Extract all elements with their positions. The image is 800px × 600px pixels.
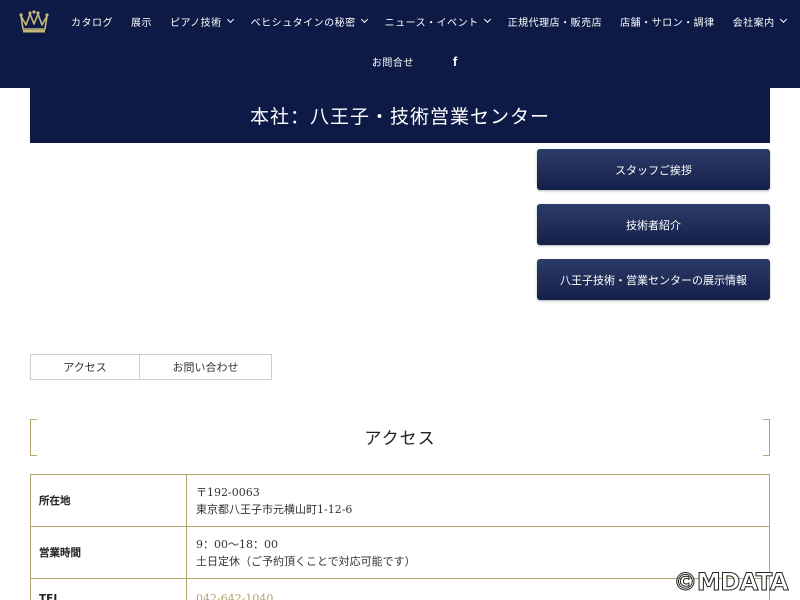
facebook-icon[interactable]: f <box>453 54 457 69</box>
access-heading: アクセス <box>30 419 770 456</box>
nav-news-events-label: ニュース・イベント <box>384 17 479 29</box>
address-label: 所在地 <box>30 474 187 527</box>
chevron-down-icon <box>360 15 368 24</box>
crown-logo-icon[interactable] <box>18 8 50 34</box>
nav-piano-technology[interactable]: ピアノ技術 <box>161 14 242 29</box>
street-address: 東京都八王子市元横山町1-12-6 <box>196 502 353 516</box>
nav-exhibition[interactable]: 展示 <box>122 14 161 29</box>
nav-contact-label: お問合せ <box>371 57 414 69</box>
postal-code: 〒192-0063 <box>196 485 260 499</box>
nav-exhibition-label: 展示 <box>131 17 152 29</box>
chevron-down-icon <box>226 15 234 24</box>
exhibition-info-button[interactable]: 八王子技術・営業センターの展示情報 <box>537 259 770 300</box>
nav-catalog-label: カタログ <box>71 17 113 29</box>
table-row: 営業時間 9：00～18：00 土日定休（ご予約頂くことで対応可能です） <box>30 526 770 579</box>
nav-company-label: 会社案内 <box>732 17 775 29</box>
tel-label: TEL <box>30 578 187 600</box>
nav-news-events[interactable]: ニュース・イベント <box>376 14 499 29</box>
nav-piano-technology-label: ピアノ技術 <box>170 17 222 29</box>
hours-note: 土日定休（ご予約頂くことで対応可能です） <box>196 554 416 568</box>
chevron-down-icon <box>779 15 787 24</box>
tab-access[interactable]: アクセス <box>30 354 140 380</box>
technician-intro-button[interactable]: 技術者紹介 <box>537 204 770 245</box>
section-tabs: アクセス お問い合わせ <box>30 354 272 380</box>
nav-dealers-label: 正規代理店・販売店 <box>507 17 603 29</box>
table-row: 所在地 〒192-0063 東京都八王子市元横山町1-12-6 <box>30 474 770 527</box>
nav-contact[interactable]: お問合せ <box>363 54 423 69</box>
nav-catalog[interactable]: カタログ <box>62 14 122 29</box>
chevron-down-icon <box>483 15 491 24</box>
nav-company[interactable]: 会社案内 <box>724 14 795 29</box>
table-row: TEL 042-642-1040 <box>30 578 770 600</box>
tel-link[interactable]: 042-642-1040 <box>196 592 273 600</box>
tab-inquiry[interactable]: お問い合わせ <box>140 354 272 380</box>
nav-dealers[interactable]: 正規代理店・販売店 <box>499 14 612 29</box>
watermark: ©MDATA <box>673 568 789 597</box>
nav-stores-salon-label: 店舗・サロン・調律 <box>620 17 715 29</box>
top-navigation: カタログ 展示 ピアノ技術 ベヒシュタインの秘密 ニュース・イベント 正規代理店… <box>0 0 800 88</box>
main-menu: カタログ 展示 ピアノ技術 ベヒシュタインの秘密 ニュース・イベント 正規代理店… <box>62 0 795 42</box>
hours-time: 9：00～18：00 <box>196 537 278 551</box>
secondary-menu: お問合せ f <box>0 48 800 74</box>
nav-stores-salon[interactable]: 店舗・サロン・調律 <box>611 14 724 29</box>
nav-bechstein-secrets[interactable]: ベヒシュタインの秘密 <box>242 14 376 29</box>
nav-bechstein-secrets-label: ベヒシュタインの秘密 <box>250 17 356 29</box>
staff-greeting-button[interactable]: スタッフご挨拶 <box>537 149 770 190</box>
address-value: 〒192-0063 東京都八王子市元横山町1-12-6 <box>186 474 770 527</box>
hours-label: 営業時間 <box>30 526 187 579</box>
access-info-table: 所在地 〒192-0063 東京都八王子市元横山町1-12-6 営業時間 9：0… <box>30 474 770 600</box>
page-title: 本社：八王子・技術営業センター <box>30 88 770 143</box>
